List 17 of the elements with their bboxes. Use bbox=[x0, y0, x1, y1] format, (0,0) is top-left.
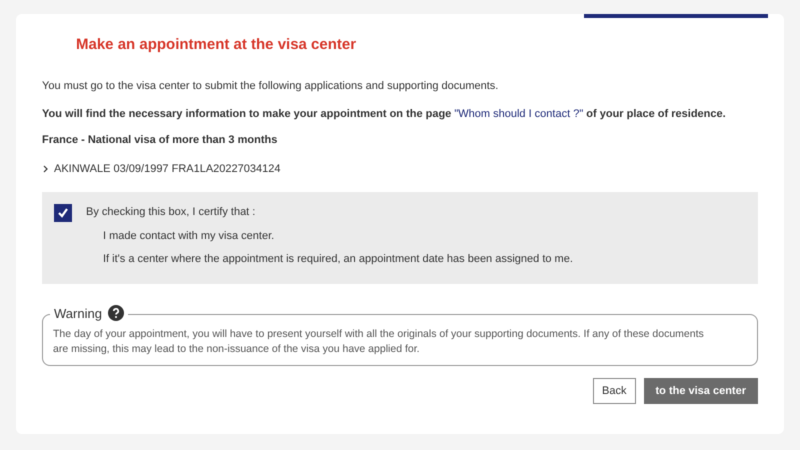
page-heading: Make an appointment at the visa center bbox=[76, 35, 358, 55]
intro-text: You must go to the visa center to submit the following applications and supporting documents. bbox=[42, 78, 500, 94]
certify-statement: If it's a center where the appointment is required, an appointment date has been assigned to me. bbox=[103, 252, 574, 267]
warning-title: Warning bbox=[54, 304, 102, 323]
checkmark-icon bbox=[57, 206, 69, 218]
applicant-toggle[interactable]: AKINWALE 03/09/1997 FRA1LA20227034124 bbox=[42, 161, 280, 178]
back-button[interactable]: Back bbox=[593, 378, 636, 404]
chevron-icon bbox=[42, 165, 50, 174]
help-icon[interactable] bbox=[108, 305, 124, 322]
info-text: You will find the necessary information to make your appointment on the page "Whom should I contact ?" of your place of residence. bbox=[42, 107, 727, 122]
warning-text: The day of your appointment, you will have to present yourself with all the originals of your supporting documents. If any of these documents are missing, this may lead to the non-issuance of the visa you have applied for. bbox=[53, 326, 705, 356]
certify-statement: I made contact with my visa center. bbox=[103, 228, 276, 244]
visa-type: France - National visa of more than 3 months bbox=[42, 132, 278, 148]
primary-button[interactable]: to the visa center bbox=[644, 378, 758, 404]
certify-checkbox[interactable] bbox=[54, 204, 72, 222]
contact-link[interactable]: "Whom should I contact ?" bbox=[454, 108, 584, 120]
certify-label: By checking this box, I certify that : bbox=[86, 205, 256, 220]
